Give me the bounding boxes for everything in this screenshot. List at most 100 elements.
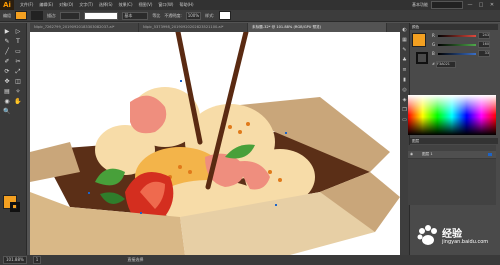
direct-selection-tool-icon[interactable]: ▷ — [13, 27, 23, 36]
scissors-tool-icon[interactable]: ✂ — [13, 57, 23, 66]
stroke-color-box[interactable] — [10, 202, 20, 212]
color-panel-title: 颜色 — [412, 25, 420, 29]
r-value[interactable]: 243 — [478, 32, 490, 39]
color-row-r: R 243 — [432, 32, 492, 39]
maximize-button[interactable]: □ — [477, 2, 485, 9]
menu-type[interactable]: 文字(T) — [79, 2, 93, 8]
status-bar: 101.88% 1 直接选择 — [0, 255, 500, 265]
mesh-tool-icon[interactable]: ✧ — [13, 87, 23, 96]
opacity-label: 不透明度: — [164, 12, 182, 18]
app-logo: Ai — [0, 0, 14, 10]
b-label: B — [432, 51, 435, 56]
transparency-panel-icon[interactable]: ◎ — [401, 87, 408, 94]
hand-tool-icon[interactable]: ✋ — [13, 97, 23, 106]
appearance-panel-icon[interactable]: ◈ — [401, 97, 408, 104]
fill-stroke-widget[interactable] — [3, 195, 23, 215]
selection-tool-icon[interactable]: ▶ — [2, 27, 12, 36]
layer-row[interactable]: ◉ 图层 1 — [408, 151, 496, 159]
gradient-tool-icon[interactable]: ▤ — [2, 87, 12, 96]
menu-edit[interactable]: 编辑(E) — [39, 2, 53, 8]
watermark-brand: 经验 — [442, 229, 462, 240]
artboard-nav[interactable]: 1 — [32, 256, 42, 264]
menu-effect[interactable]: 效果(C) — [119, 2, 133, 8]
layers-panel-icon[interactable]: ❐ — [401, 107, 408, 114]
menu-select[interactable]: 选择(S) — [99, 2, 113, 8]
opacity-field[interactable]: 100% — [185, 11, 202, 20]
graphic-style-swatch[interactable] — [218, 11, 231, 20]
paw-logo-icon — [417, 225, 437, 245]
g-value[interactable]: 160 — [478, 41, 490, 48]
eyedropper-tool-icon[interactable]: ◉ — [2, 97, 12, 106]
r-label: R — [432, 33, 435, 38]
close-button[interactable]: ✕ — [488, 2, 496, 9]
stroke-panel-icon[interactable]: ≡ — [401, 67, 408, 74]
layer-name: 图层 1 — [422, 152, 433, 156]
control-bar: 编组 描边: 基本 等比 不透明度: 100% 样式: — [0, 10, 500, 22]
panel-icon-column: ◐ ▦ ✎ ♣ ≡ ▮ ◎ ◈ ❐ ▭ — [400, 23, 410, 255]
menu-window[interactable]: 窗口(W) — [158, 2, 173, 8]
minimize-button[interactable]: — — [466, 2, 474, 9]
stroke-swatch[interactable] — [31, 11, 43, 20]
pen-tool-icon[interactable]: ✎ — [2, 37, 12, 46]
hex-label: # — [432, 62, 436, 66]
symbols-panel-icon[interactable]: ♣ — [401, 57, 408, 64]
watermark-url: jingyan.baidu.com — [442, 239, 489, 245]
brush-definition[interactable]: 基本 — [122, 11, 149, 20]
current-stroke-color[interactable] — [416, 52, 428, 64]
pencil-tool-icon[interactable]: ✐ — [2, 57, 12, 66]
zoom-tool-icon[interactable]: 🔍 — [2, 107, 12, 116]
current-tool-name: 直接选择 — [127, 257, 144, 262]
color-panel-icon[interactable]: ◐ — [401, 27, 408, 34]
type-tool-icon[interactable]: T — [13, 37, 23, 46]
artwork — [30, 32, 400, 255]
color-row-g: G 160 — [432, 41, 492, 48]
gradient-panel-icon[interactable]: ▮ — [401, 77, 408, 84]
rotate-tool-icon[interactable]: ⟳ — [2, 67, 12, 76]
g-slider[interactable] — [438, 43, 476, 46]
workspace-switcher[interactable]: 基本功能 — [412, 2, 428, 8]
menu-file[interactable]: 文件(F) — [20, 2, 33, 8]
g-label: G — [432, 42, 436, 47]
style-label: 样式: — [205, 12, 215, 18]
uniform-label: 等比 — [152, 12, 161, 18]
hex-field[interactable]: F3A021 — [436, 61, 456, 68]
layers-panel: ◉ 图层 1 — [408, 145, 496, 205]
stroke-weight-field[interactable] — [60, 11, 81, 20]
brushes-panel-icon[interactable]: ✎ — [401, 47, 408, 54]
zoom-field[interactable]: 101.88% — [3, 256, 27, 264]
search-input[interactable] — [431, 1, 463, 9]
baidu-jingyan-watermark: 经验 jingyan.baidu.com — [416, 222, 496, 252]
line-tool-icon[interactable]: ╱ — [2, 47, 12, 56]
document-tabs: Nipic_7262799_20190920183303082037.ai* N… — [30, 23, 400, 32]
stroke-label: 描边: — [47, 12, 57, 18]
shape-builder-tool-icon[interactable]: ◫ — [13, 77, 23, 86]
menu-bar: Ai 文件(F) 编辑(E) 对象(O) 文字(T) 选择(S) 效果(C) 视… — [0, 0, 500, 10]
artboard-canvas[interactable] — [30, 32, 400, 255]
stroke-style-value: 基本 — [124, 12, 133, 18]
layers-panel-header: 图层 — [410, 138, 498, 144]
current-fill-color[interactable] — [412, 33, 426, 47]
artboards-panel-icon[interactable]: ▭ — [401, 117, 408, 124]
tools-panel: ▶ ▷ ✎ T ╱ ▭ ✐ ✂ ⟳ ⤢ ✥ ◫ ▤ ✧ ◉ ✋ 🔍 — [0, 23, 27, 255]
layer-selection-indicator[interactable] — [488, 153, 492, 156]
color-spectrum[interactable] — [408, 95, 496, 135]
variable-width-profile[interactable] — [84, 11, 119, 20]
b-slider[interactable] — [438, 52, 476, 55]
free-transform-tool-icon[interactable]: ✥ — [2, 77, 12, 86]
selection-type-label: 编组 — [3, 12, 11, 18]
tab-document-2[interactable]: Nipic_5373998_20190920202823521100.ai* — [139, 23, 248, 32]
fill-swatch[interactable] — [15, 11, 27, 20]
color-row-b: B 33 — [432, 50, 492, 57]
visibility-eye-icon[interactable]: ◉ — [410, 152, 413, 156]
tab-document-1[interactable]: Nipic_7262799_20190920183303082037.ai* — [30, 23, 139, 32]
layers-panel-title: 图层 — [412, 139, 420, 143]
menu-view[interactable]: 视图(V) — [139, 2, 153, 8]
r-slider[interactable] — [438, 34, 476, 37]
scale-tool-icon[interactable]: ⤢ — [13, 67, 23, 76]
menu-help[interactable]: 帮助(H) — [179, 2, 193, 8]
tab-document-3[interactable]: 未标题-32* @ 101.88% (RGB/GPU 预览) — [248, 23, 387, 32]
swatches-panel-icon[interactable]: ▦ — [401, 37, 408, 44]
menu-object[interactable]: 对象(O) — [59, 2, 73, 8]
b-value[interactable]: 33 — [478, 50, 490, 57]
rectangle-tool-icon[interactable]: ▭ — [13, 47, 23, 56]
